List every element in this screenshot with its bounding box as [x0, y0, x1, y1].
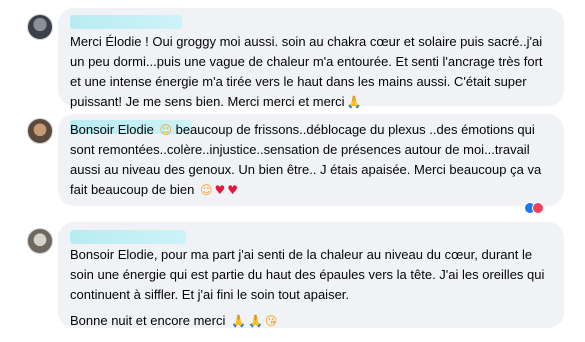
comment-text: Bonsoir Elodie, pour ma part j'ai senti … [70, 247, 545, 302]
love-reaction-icon [532, 202, 544, 214]
comment-closing-text: Bonne nuit et encore merci [70, 313, 226, 328]
pray-emoji-icon: 🙏 [247, 314, 263, 328]
comment-bubble: Merci Élodie ! Oui groggy moi aussi. soi… [58, 8, 564, 109]
author-name-redacted[interactable] [70, 15, 182, 29]
pray-emoji-icon: 🙏 [231, 314, 246, 328]
avatar[interactable] [27, 228, 53, 254]
red-heart-emoji-icon: ♥ [227, 183, 238, 197]
comment-text-greeting: Bonsoir Elodie [70, 122, 154, 137]
comment-text: Bonsoir Elodie ☺ beaucoup de frissons..d… [70, 120, 552, 200]
smiling-face-emoji-icon: ☺ [159, 123, 172, 137]
avatar[interactable] [27, 118, 53, 144]
pray-emoji-icon: 🙏 [346, 95, 362, 109]
comment-text-closing: Bonne nuit et encore merci 🙏 🙏 😘 [70, 311, 552, 331]
red-heart-emoji-icon: ♥ [214, 183, 226, 197]
reaction-summary[interactable] [524, 202, 546, 214]
avatar[interactable] [27, 14, 53, 40]
smiling-face-emoji-icon: ☺ [199, 183, 213, 197]
comment-bubble: Bonsoir Elodie ☺ beaucoup de frissons..d… [58, 114, 564, 214]
comment-text: Merci Élodie ! Oui groggy moi aussi. soi… [70, 32, 552, 112]
comment-text-body: Merci Élodie ! Oui groggy moi aussi. soi… [70, 34, 543, 109]
kissing-face-emoji-icon: 😘 [264, 314, 278, 328]
author-name-redacted[interactable] [70, 230, 186, 244]
comment-bubble: Bonsoir Elodie, pour ma part j'ai senti … [58, 222, 564, 328]
